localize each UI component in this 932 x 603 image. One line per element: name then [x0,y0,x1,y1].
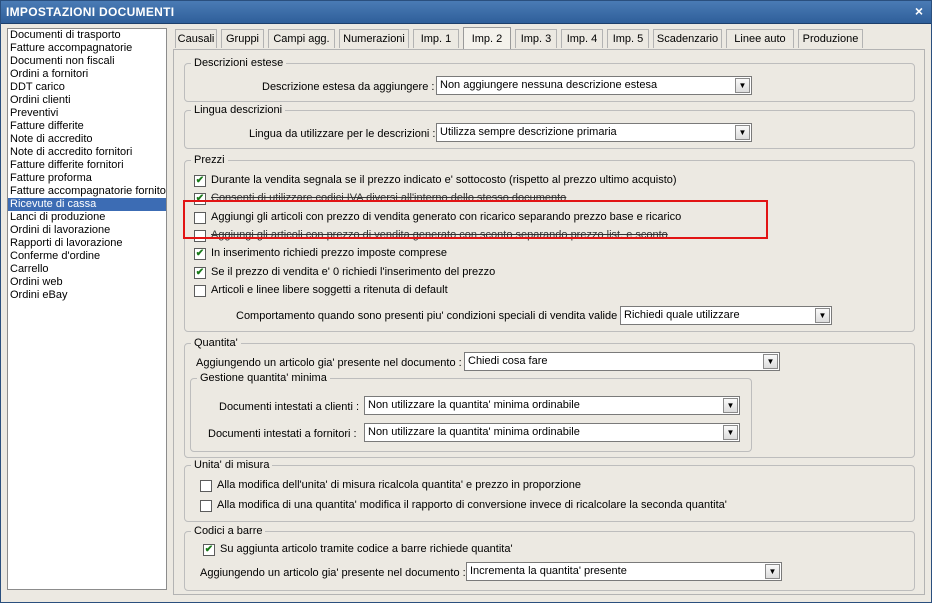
codici-articolo-dropdown[interactable]: Incrementa la quantita' presente ▼ [466,562,782,581]
dropdown-value: Incrementa la quantita' presente [470,565,627,577]
condizioni-speciali-dropdown[interactable]: Richiedi quale utilizzare ▼ [620,306,832,325]
group-legend: Lingua descrizioni [194,104,283,116]
dropdown-value: Non utilizzare la quantita' minima ordin… [368,399,580,411]
checkbox-checked[interactable]: ✔ [194,175,206,187]
condizioni-speciali-label: Comportamento quando sono presenti piu' … [236,310,624,322]
dropdown-value: Chiedi cosa fare [468,355,548,367]
title-bar: IMPOSTAZIONI DOCUMENTI × [1,1,931,24]
descrizione-estesa-label: Descrizione estesa da aggiungere : [262,81,435,93]
sidebar-item[interactable]: Lanci di produzione [8,211,166,224]
checkbox-label: Durante la vendita segnala se il prezzo … [211,174,677,186]
fornitori-label: Documenti intestati a fornitori : [208,428,357,440]
checkbox-label: Articoli e linee libere soggetti a riten… [211,284,448,296]
close-icon[interactable]: × [915,3,923,19]
group-legend: Descrizioni estese [194,57,284,69]
sidebar-item[interactable]: Fatture differite [8,120,166,133]
chevron-down-icon[interactable]: ▼ [815,308,830,323]
checkbox-unchecked[interactable] [200,500,212,512]
tab-imp-2[interactable]: Imp. 2 [463,27,511,49]
sidebar-item[interactable]: Ordini clienti [8,94,166,107]
settings-window: IMPOSTAZIONI DOCUMENTI × Documenti di tr… [0,0,932,603]
chevron-down-icon[interactable]: ▼ [735,125,750,140]
group-legend: Codici a barre [194,525,263,537]
checkbox-label: Alla modifica dell'unita' di misura rica… [217,479,581,491]
sidebar-item[interactable]: Preventivi [8,107,166,120]
lingua-dropdown[interactable]: Utilizza sempre descrizione primaria ▼ [436,123,752,142]
checkbox-unchecked[interactable] [200,480,212,492]
sidebar-item[interactable]: Ordini eBay [8,289,166,302]
checkbox-box[interactable]: ✔ [203,544,215,556]
sidebar-item[interactable]: Ordini di lavorazione [8,224,166,237]
chevron-down-icon[interactable]: ▼ [763,354,778,369]
sidebar-item[interactable]: Ordini web [8,276,166,289]
dropdown-value: Non aggiungere nessuna descrizione estes… [440,79,658,91]
quantita-articolo-label: Aggiungendo un articolo gia' presente ne… [196,357,462,369]
checkbox-label: Se il prezzo di vendita e' 0 richiedi l'… [211,266,496,278]
tab-imp-3[interactable]: Imp. 3 [515,29,557,48]
sidebar-item[interactable]: Note di accredito [8,133,166,146]
highlight-box [183,200,768,239]
chevron-down-icon[interactable]: ▼ [723,425,738,440]
chevron-down-icon[interactable]: ▼ [765,564,780,579]
group-legend: Gestione quantita' minima [200,372,327,384]
group-legend: Unita' di misura [194,459,270,471]
quantita-articolo-dropdown[interactable]: Chiedi cosa fare ▼ [464,352,780,371]
tab-scadenzario[interactable]: Scadenzario [653,29,722,48]
clienti-label: Documenti intestati a clienti : [219,401,360,413]
lingua-label: Lingua da utilizzare per le descrizioni … [249,128,436,140]
fornitori-dropdown[interactable]: Non utilizzare la quantita' minima ordin… [364,423,740,442]
chevron-down-icon[interactable]: ▼ [723,398,738,413]
checkbox-label: Su aggiunta articolo tramite codice a ba… [220,543,513,555]
codici-articolo-label: Aggiungendo un articolo gia' presente ne… [200,567,466,579]
group-legend: Prezzi [194,154,225,166]
tab-produzione[interactable]: Produzione [798,29,863,48]
sidebar-item[interactable]: Rapporti di lavorazione [8,237,166,250]
sidebar-item[interactable]: DDT carico [8,81,166,94]
dropdown-value: Utilizza sempre descrizione primaria [440,126,617,138]
tab-campi-agg[interactable]: Campi agg. [268,29,335,48]
clienti-dropdown[interactable]: Non utilizzare la quantita' minima ordin… [364,396,740,415]
tab-imp-5[interactable]: Imp. 5 [607,29,649,48]
sidebar-item[interactable]: Fatture accompagnatorie [8,42,166,55]
window-title: IMPOSTAZIONI DOCUMENTI [6,5,175,19]
tab-imp-1[interactable]: Imp. 1 [413,29,459,48]
chevron-down-icon[interactable]: ▼ [735,78,750,93]
tab-causali[interactable]: Causali [175,29,217,48]
sidebar-item[interactable]: Ordini a fornitori [8,68,166,81]
sidebar-item[interactable]: Conferme d'ordine [8,250,166,263]
tab-linee-auto[interactable]: Linee auto [726,29,794,48]
sidebar-item[interactable]: Fatture differite fornitori [8,159,166,172]
group-codici-barre: Codici a barre [184,525,915,591]
sidebar-item[interactable]: Documenti di trasporto [8,29,166,42]
tab-panel-imp2: Descrizioni estese Descrizione estesa da… [173,49,925,595]
tab-imp-4[interactable]: Imp. 4 [561,29,603,48]
sidebar-item[interactable]: Documenti non fiscali [8,55,166,68]
sidebar-item[interactable]: Ricevute di cassa [8,198,166,211]
sidebar-item[interactable]: Fatture accompagnatorie fornito [8,185,166,198]
tab-numerazioni[interactable]: Numerazioni [339,29,409,48]
dropdown-value: Richiedi quale utilizzare [624,309,740,321]
sidebar-item[interactable]: Carrello [8,263,166,276]
checkbox-label: In inserimento richiedi prezzo imposte c… [211,247,447,259]
sidebar-item[interactable]: Fatture proforma [8,172,166,185]
group-legend: Quantita' [194,337,238,349]
checkbox-checked[interactable]: ✔ [194,248,206,260]
checkbox-unchecked[interactable] [194,285,206,297]
checkbox-label: Alla modifica di una quantita' modifica … [217,499,727,511]
tab-gruppi[interactable]: Gruppi [221,29,264,48]
sidebar-item[interactable]: Note di accredito fornitori [8,146,166,159]
dropdown-value: Non utilizzare la quantita' minima ordin… [368,426,580,438]
document-type-list[interactable]: Documenti di trasporto Fatture accompagna… [7,28,167,590]
checkbox-checked[interactable]: ✔ [194,267,206,279]
descrizione-estesa-dropdown[interactable]: Non aggiungere nessuna descrizione estes… [436,76,752,95]
